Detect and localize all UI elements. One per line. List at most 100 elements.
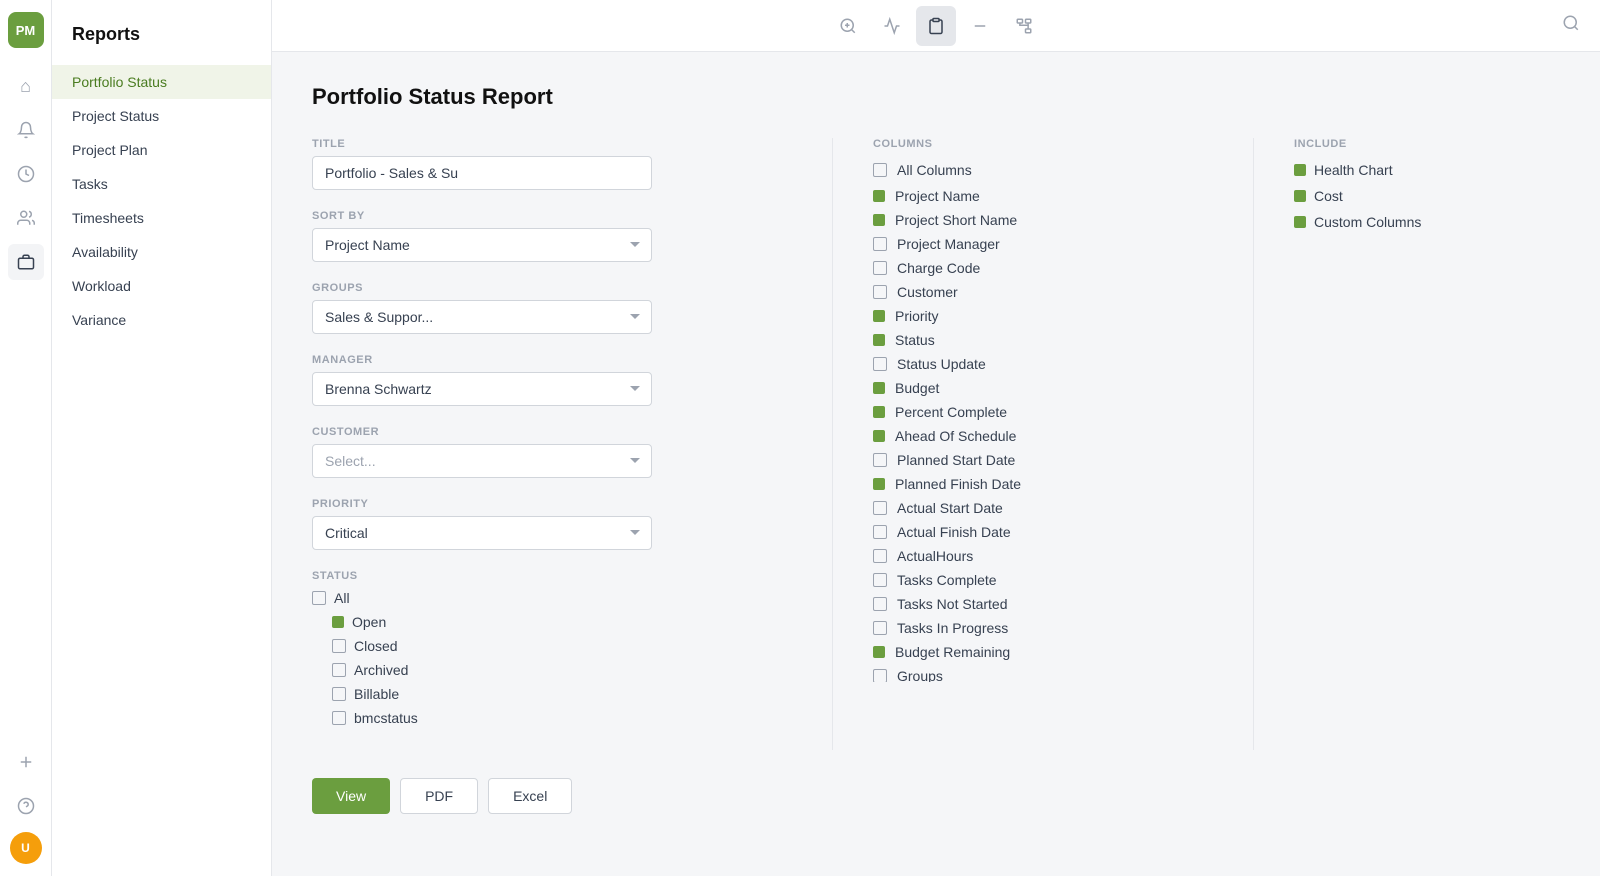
all-columns-item[interactable]: All Columns bbox=[873, 162, 1205, 178]
search-zoom-toolbar-icon[interactable] bbox=[828, 6, 868, 46]
status-billable-checkbox[interactable] bbox=[332, 687, 346, 701]
col-planned-finish-date-label: Planned Finish Date bbox=[895, 476, 1021, 492]
status-open-square bbox=[332, 616, 344, 628]
col-priority[interactable]: Priority bbox=[873, 308, 1205, 324]
col-tasks-not-started-checkbox[interactable] bbox=[873, 597, 887, 611]
excel-button[interactable]: Excel bbox=[488, 778, 572, 814]
hierarchy-toolbar-icon[interactable] bbox=[1004, 6, 1044, 46]
include-cost-square bbox=[1294, 190, 1306, 202]
view-button[interactable]: View bbox=[312, 778, 390, 814]
status-bmcstatus-item[interactable]: bmcstatus bbox=[332, 710, 792, 726]
content-area: Portfolio Status Report TITLE SORT BY Pr… bbox=[272, 52, 1600, 876]
col-project-name-label: Project Name bbox=[895, 188, 980, 204]
col-planned-start-date-checkbox[interactable] bbox=[873, 453, 887, 467]
col-project-short-name-label: Project Short Name bbox=[895, 212, 1017, 228]
status-archived-item[interactable]: Archived bbox=[332, 662, 792, 678]
home-nav-icon[interactable]: ⌂ bbox=[8, 68, 44, 104]
app-logo[interactable]: PM bbox=[8, 12, 44, 48]
col-planned-finish-date[interactable]: Planned Finish Date bbox=[873, 476, 1205, 492]
sidebar-item-portfolio-status[interactable]: Portfolio Status bbox=[52, 65, 271, 99]
briefcase-nav-icon[interactable] bbox=[8, 244, 44, 280]
user-avatar[interactable]: U bbox=[10, 832, 42, 864]
sidebar-item-tasks[interactable]: Tasks bbox=[52, 167, 271, 201]
col-tasks-not-started[interactable]: Tasks Not Started bbox=[873, 596, 1205, 612]
col-ahead-of-schedule-square bbox=[873, 430, 885, 442]
status-bmcstatus-checkbox[interactable] bbox=[332, 711, 346, 725]
title-input[interactable] bbox=[312, 156, 652, 190]
sidebar-item-variance[interactable]: Variance bbox=[52, 303, 271, 337]
manager-select[interactable]: Brenna Schwartz bbox=[312, 372, 652, 406]
people-nav-icon[interactable] bbox=[8, 200, 44, 236]
sidebar-item-workload[interactable]: Workload bbox=[52, 269, 271, 303]
col-tasks-complete-checkbox[interactable] bbox=[873, 573, 887, 587]
clipboard-toolbar-icon[interactable] bbox=[916, 6, 956, 46]
col-actual-hours[interactable]: ActualHours bbox=[873, 548, 1205, 564]
col-actual-start-date-checkbox[interactable] bbox=[873, 501, 887, 515]
status-checkbox-group: All Open Closed bbox=[312, 590, 792, 726]
include-custom-columns-label: Custom Columns bbox=[1314, 214, 1421, 230]
col-percent-complete[interactable]: Percent Complete bbox=[873, 404, 1205, 420]
plus-nav-icon[interactable] bbox=[8, 744, 44, 780]
status-open-item[interactable]: Open bbox=[332, 614, 792, 630]
col-actual-finish-date-checkbox[interactable] bbox=[873, 525, 887, 539]
sort-by-select[interactable]: Project Name bbox=[312, 228, 652, 262]
status-all-item[interactable]: All bbox=[312, 590, 792, 606]
priority-select[interactable]: Critical bbox=[312, 516, 652, 550]
status-billable-item[interactable]: Billable bbox=[332, 686, 792, 702]
include-health-chart[interactable]: Health Chart bbox=[1294, 162, 1534, 178]
col-budget-remaining[interactable]: Budget Remaining bbox=[873, 644, 1205, 660]
include-health-chart-square bbox=[1294, 164, 1306, 176]
search-toolbar-icon[interactable] bbox=[1562, 14, 1580, 37]
col-ahead-of-schedule[interactable]: Ahead Of Schedule bbox=[873, 428, 1205, 444]
col-ahead-of-schedule-label: Ahead Of Schedule bbox=[895, 428, 1016, 444]
status-all-checkbox[interactable] bbox=[312, 591, 326, 605]
col-project-short-name[interactable]: Project Short Name bbox=[873, 212, 1205, 228]
col-groups[interactable]: Groups bbox=[873, 668, 1205, 682]
help-nav-icon[interactable] bbox=[8, 788, 44, 824]
sidebar-item-project-status[interactable]: Project Status bbox=[52, 99, 271, 133]
col-project-name[interactable]: Project Name bbox=[873, 188, 1205, 204]
status-bmcstatus-label: bmcstatus bbox=[354, 710, 418, 726]
col-planned-start-date[interactable]: Planned Start Date bbox=[873, 452, 1205, 468]
col-project-manager[interactable]: Project Manager bbox=[873, 236, 1205, 252]
sidebar-item-availability[interactable]: Availability bbox=[52, 235, 271, 269]
col-groups-checkbox[interactable] bbox=[873, 669, 887, 682]
col-actual-hours-checkbox[interactable] bbox=[873, 549, 887, 563]
activity-toolbar-icon[interactable] bbox=[872, 6, 912, 46]
col-customer-checkbox[interactable] bbox=[873, 285, 887, 299]
include-custom-columns[interactable]: Custom Columns bbox=[1294, 214, 1534, 230]
clock-nav-icon[interactable] bbox=[8, 156, 44, 192]
all-columns-checkbox[interactable] bbox=[873, 163, 887, 177]
col-tasks-complete[interactable]: Tasks Complete bbox=[873, 572, 1205, 588]
bell-nav-icon[interactable] bbox=[8, 112, 44, 148]
col-charge-code[interactable]: Charge Code bbox=[873, 260, 1205, 276]
col-divider-2 bbox=[1253, 138, 1254, 750]
col-status[interactable]: Status bbox=[873, 332, 1205, 348]
status-open-label: Open bbox=[352, 614, 386, 630]
sidebar-item-project-plan[interactable]: Project Plan bbox=[52, 133, 271, 167]
col-percent-complete-label: Percent Complete bbox=[895, 404, 1007, 420]
col-project-manager-checkbox[interactable] bbox=[873, 237, 887, 251]
pdf-button[interactable]: PDF bbox=[400, 778, 478, 814]
col-tasks-in-progress-checkbox[interactable] bbox=[873, 621, 887, 635]
status-archived-checkbox[interactable] bbox=[332, 663, 346, 677]
col-tasks-in-progress[interactable]: Tasks In Progress bbox=[873, 620, 1205, 636]
status-closed-checkbox[interactable] bbox=[332, 639, 346, 653]
col-charge-code-checkbox[interactable] bbox=[873, 261, 887, 275]
manager-select-wrapper: Brenna Schwartz bbox=[312, 372, 652, 406]
groups-select[interactable]: Sales & Suppor... bbox=[312, 300, 652, 334]
col-status-update[interactable]: Status Update bbox=[873, 356, 1205, 372]
col-tasks-complete-label: Tasks Complete bbox=[897, 572, 997, 588]
col-status-update-label: Status Update bbox=[897, 356, 986, 372]
tag-toolbar-icon[interactable] bbox=[960, 6, 1000, 46]
status-closed-item[interactable]: Closed bbox=[332, 638, 792, 654]
include-cost[interactable]: Cost bbox=[1294, 188, 1534, 204]
col-status-label: Status bbox=[895, 332, 935, 348]
sidebar-item-timesheets[interactable]: Timesheets bbox=[52, 201, 271, 235]
col-customer[interactable]: Customer bbox=[873, 284, 1205, 300]
col-actual-start-date[interactable]: Actual Start Date bbox=[873, 500, 1205, 516]
col-actual-finish-date[interactable]: Actual Finish Date bbox=[873, 524, 1205, 540]
col-status-update-checkbox[interactable] bbox=[873, 357, 887, 371]
col-budget[interactable]: Budget bbox=[873, 380, 1205, 396]
customer-select[interactable]: Select... bbox=[312, 444, 652, 478]
